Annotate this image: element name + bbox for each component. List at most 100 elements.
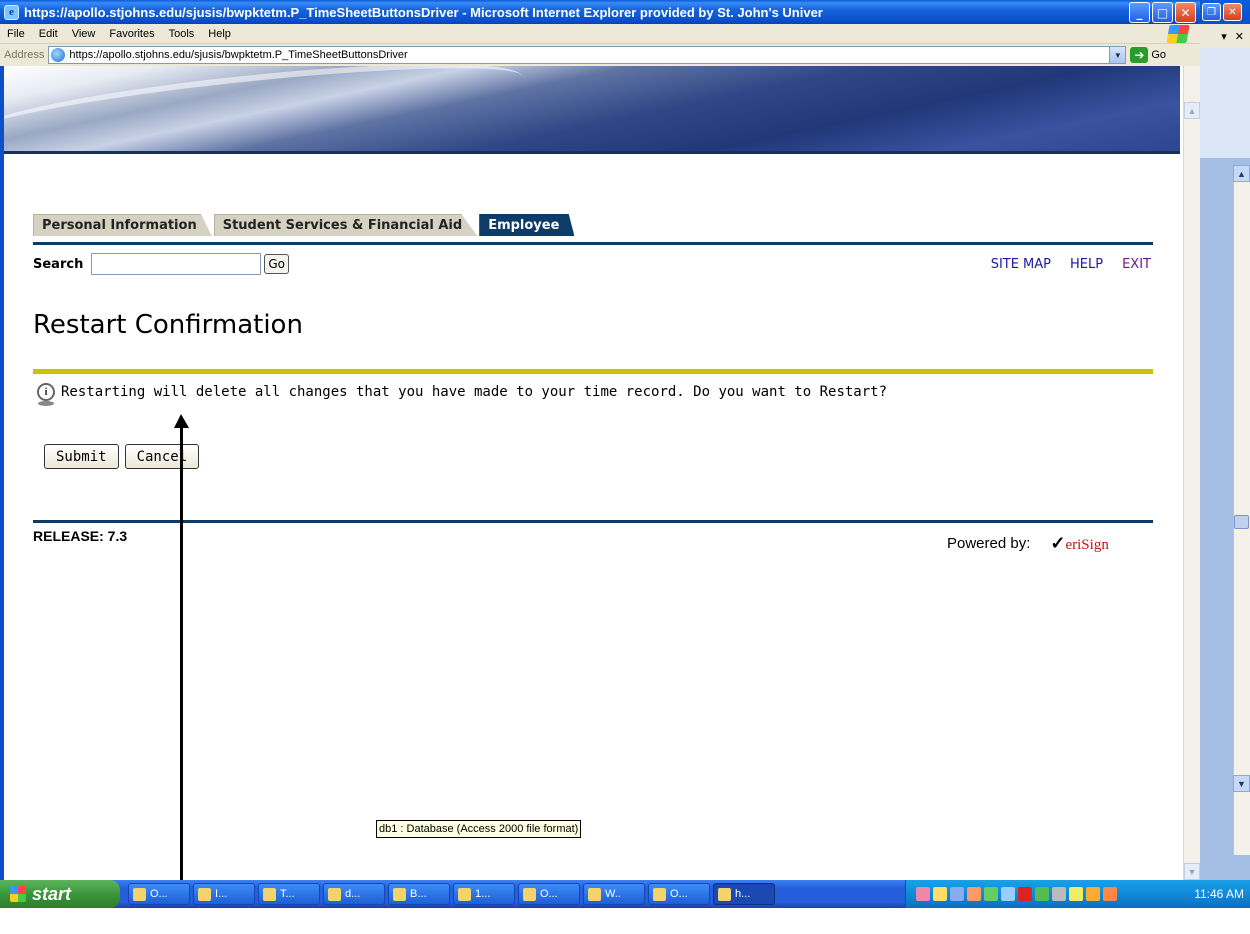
- taskbar-item-label: O...: [670, 888, 688, 900]
- taskbar-item[interactable]: T...: [258, 883, 320, 905]
- taskbar-item[interactable]: B...: [388, 883, 450, 905]
- system-tray: 11:46 AM: [905, 880, 1250, 908]
- top-links: SITE MAP HELP EXIT: [991, 257, 1151, 272]
- header-banner: [4, 66, 1180, 166]
- app-icon: [458, 887, 471, 901]
- address-bar: Address https://apollo.stjohns.edu/sjusi…: [0, 44, 1200, 66]
- tray-app-icon[interactable]: [984, 887, 998, 901]
- minimize-button[interactable]: _: [1129, 2, 1150, 23]
- taskbar-item-label: O...: [540, 888, 558, 900]
- dropdown-icon[interactable]: ▾: [1221, 30, 1227, 43]
- close-icon[interactable]: ✕: [1223, 3, 1242, 21]
- release-label: RELEASE: 7.3: [33, 528, 128, 544]
- taskbar-strip: start O... I... T... d... B... 1... O...…: [0, 880, 1250, 908]
- scroll-up-icon[interactable]: ▲: [1233, 165, 1250, 182]
- tray-app-icon[interactable]: [967, 887, 981, 901]
- taskbar-item[interactable]: I...: [193, 883, 255, 905]
- tab-student-services[interactable]: Student Services & Financial Aid: [213, 214, 478, 236]
- clock[interactable]: 11:46 AM: [1194, 887, 1244, 901]
- submit-button[interactable]: Submit: [44, 444, 119, 469]
- address-field[interactable]: https://apollo.stjohns.edu/sjusis/bwpkte…: [48, 46, 1127, 64]
- cancel-button[interactable]: Cancel: [124, 444, 200, 469]
- app-icon: [393, 887, 406, 901]
- tray-app-icon[interactable]: [1052, 887, 1066, 901]
- page-title: Restart Confirmation: [33, 310, 303, 340]
- menu-edit[interactable]: Edit: [39, 28, 58, 40]
- menu-help[interactable]: Help: [208, 28, 231, 40]
- banner-swoosh: [4, 66, 526, 166]
- restore-icon[interactable]: ❐: [1202, 3, 1221, 21]
- exit-link[interactable]: EXIT: [1122, 257, 1151, 272]
- tray-app-icon[interactable]: [1035, 887, 1049, 901]
- taskbar-item[interactable]: W..: [583, 883, 645, 905]
- taskbar: start O... I... T... d... B... 1... O...…: [0, 880, 1250, 934]
- tab-underline: [33, 242, 1153, 245]
- background-window: ❐ ✕ ▾ ✕ ▲ ▼: [1200, 0, 1250, 880]
- address-go-button[interactable]: ➔ Go: [1130, 47, 1166, 63]
- tray-app-icon[interactable]: [916, 887, 930, 901]
- footer-divider: [33, 520, 1153, 523]
- close-button[interactable]: ✕: [1175, 2, 1196, 23]
- site-map-link[interactable]: SITE MAP: [991, 257, 1051, 272]
- search-go-button[interactable]: Go: [264, 254, 289, 274]
- app-icon: [523, 887, 536, 901]
- taskbar-item-active[interactable]: h...: [713, 883, 775, 905]
- start-button[interactable]: start: [0, 880, 120, 908]
- taskbar-item[interactable]: O...: [128, 883, 190, 905]
- tray-app-icon[interactable]: [1001, 887, 1015, 901]
- search-input[interactable]: [91, 253, 262, 275]
- app-icon: [133, 887, 146, 901]
- title-divider: [33, 369, 1153, 374]
- window-title-bar[interactable]: e https://apollo.stjohns.edu/sjusis/bwpk…: [0, 0, 1200, 24]
- tray-app-icon[interactable]: [1069, 887, 1083, 901]
- taskbar-item-label: O...: [150, 888, 168, 900]
- below-taskbar-area: [0, 908, 1250, 934]
- taskbar-item-label: h...: [735, 888, 751, 900]
- taskbar-item[interactable]: d...: [323, 883, 385, 905]
- tab-employee[interactable]: Employee: [479, 214, 575, 236]
- verisign-logo[interactable]: ✓eriSign: [1050, 533, 1108, 554]
- menu-tools[interactable]: Tools: [169, 28, 195, 40]
- tray-network-icon[interactable]: [950, 887, 964, 901]
- page-icon: [51, 48, 66, 62]
- taskbar-item[interactable]: O...: [518, 883, 580, 905]
- verisign-logo-text: eriSign: [1065, 537, 1109, 553]
- ie-logo-icon: e: [4, 4, 19, 20]
- scroll-up-icon[interactable]: ▲: [1184, 102, 1200, 119]
- scroll-thumb[interactable]: [1234, 515, 1249, 529]
- taskbar-items: O... I... T... d... B... 1... O... W.. O…: [128, 883, 775, 905]
- menu-favorites[interactable]: Favorites: [109, 28, 154, 40]
- taskbar-item-label: B...: [410, 888, 427, 900]
- menu-file[interactable]: File: [7, 28, 25, 40]
- background-window-controls: ❐ ✕: [1200, 0, 1250, 24]
- menu-view[interactable]: View: [72, 28, 96, 40]
- windows-logo-icon: [1166, 25, 1190, 43]
- address-label: Address: [4, 49, 45, 61]
- window-controls: _ □ ✕: [1129, 2, 1196, 23]
- tab-personal-information[interactable]: Personal Information: [33, 214, 212, 236]
- go-label: Go: [1151, 49, 1167, 61]
- tray-app-icon[interactable]: [1086, 887, 1100, 901]
- page-scrollbar[interactable]: ▲ ▼: [1183, 66, 1200, 880]
- app-icon: [653, 887, 666, 901]
- taskbar-item[interactable]: 1...: [453, 883, 515, 905]
- maximize-button[interactable]: □: [1152, 2, 1173, 23]
- close-pane-icon[interactable]: ✕: [1235, 30, 1244, 43]
- help-link[interactable]: HELP: [1070, 257, 1103, 272]
- app-icon: [328, 887, 341, 901]
- scroll-down-icon[interactable]: ▼: [1184, 863, 1200, 880]
- start-label: start: [32, 883, 72, 904]
- tray-antivirus-icon[interactable]: [1018, 887, 1032, 901]
- address-dropdown-icon[interactable]: ▼: [1109, 47, 1126, 63]
- taskbar-item[interactable]: O...: [648, 883, 710, 905]
- search-label: Search: [33, 256, 84, 272]
- info-message: Restarting will delete all changes that …: [61, 384, 888, 400]
- app-icon: [198, 887, 211, 901]
- info-message-row: i Restarting will delete all changes tha…: [37, 383, 888, 406]
- tray-mail-icon[interactable]: [933, 887, 947, 901]
- background-window-scrollbar[interactable]: ▲ ▼: [1233, 165, 1250, 855]
- search-row: Search Go SITE MAP HELP EXIT: [33, 252, 1153, 276]
- scroll-down-icon[interactable]: ▼: [1233, 775, 1250, 792]
- info-icon: i: [37, 383, 55, 406]
- tray-clock-icon[interactable]: [1103, 887, 1117, 901]
